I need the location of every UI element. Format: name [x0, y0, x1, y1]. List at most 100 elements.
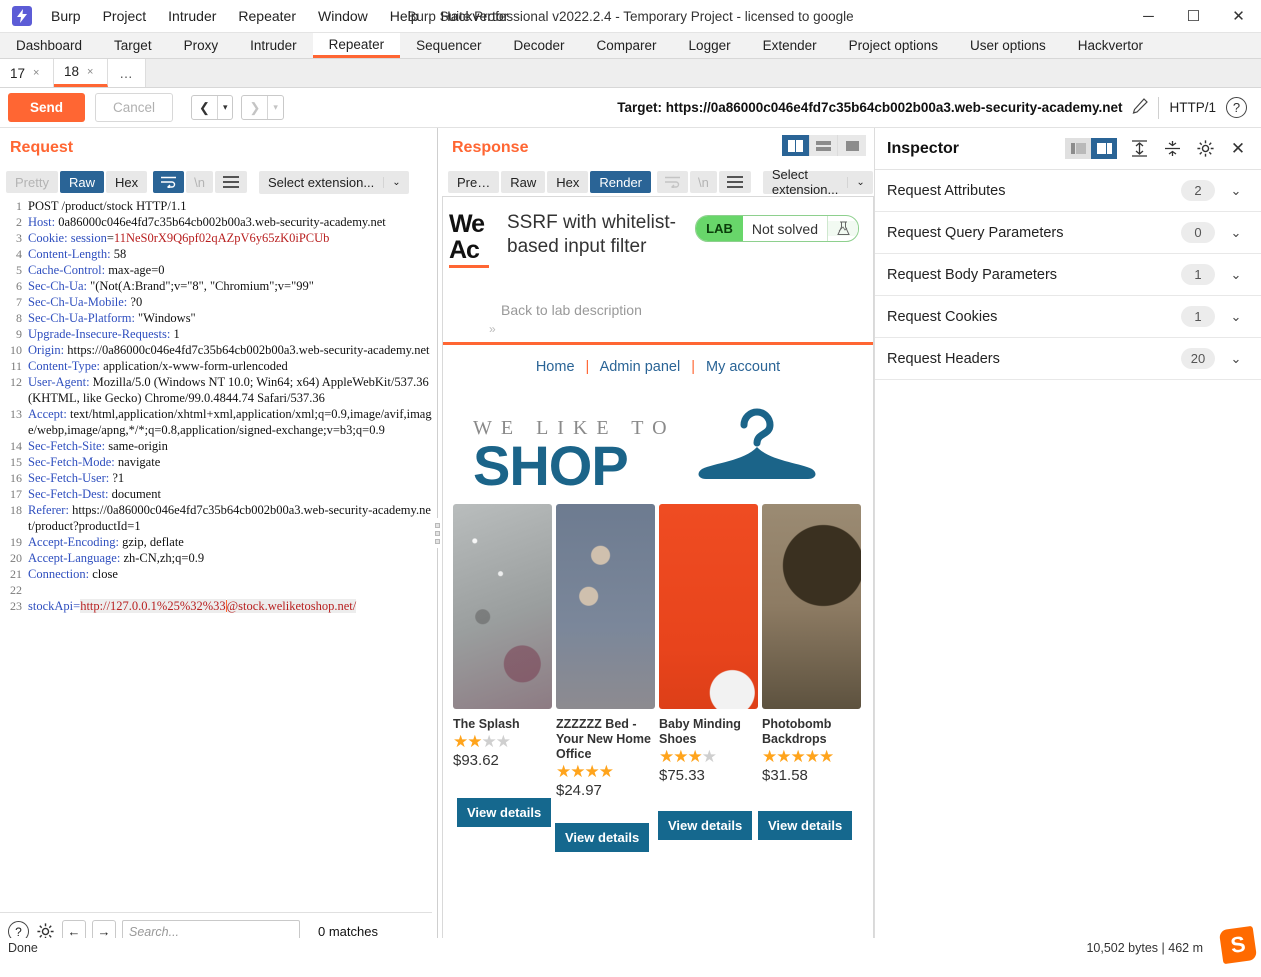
send-button[interactable]: Send	[8, 93, 86, 122]
menu-help[interactable]: Help	[379, 4, 430, 28]
pane-splitter[interactable]	[432, 128, 442, 938]
tab-comparer[interactable]: Comparer	[581, 33, 673, 58]
tab-project-options[interactable]: Project options	[833, 33, 954, 58]
history-forward-button[interactable]: ❯ ▾	[241, 95, 284, 120]
tab-dashboard[interactable]: Dashboard	[0, 33, 98, 58]
pane-right-icon[interactable]	[1091, 138, 1117, 159]
response-pretty-button[interactable]: Pre…	[448, 171, 500, 193]
request-raw-button[interactable]: Raw	[59, 171, 104, 193]
help-icon[interactable]: ?	[1226, 97, 1247, 118]
tab-target[interactable]: Target	[98, 33, 168, 58]
tab-user-options[interactable]: User options	[954, 33, 1062, 58]
nav-link-admin-panel[interactable]: Admin panel	[600, 359, 681, 375]
inspector-section-request-body-parameters[interactable]: Request Body Parameters 1 ⌄	[875, 254, 1261, 296]
request-wrap-lines-icon[interactable]	[153, 171, 185, 193]
back-dropdown-caret-icon[interactable]: ▾	[218, 102, 233, 113]
response-select-extension-dropdown[interactable]: Select extension... ⌄	[762, 167, 873, 197]
history-back-button[interactable]: ❮ ▾	[191, 95, 234, 120]
request-editor[interactable]: 1 2 3 4 5 6 7 8 9 10 11 12 13 14 15 16 17 18 19 20 21 22 23 PO…	[0, 196, 432, 912]
nav-link-my-account[interactable]: My account	[706, 359, 780, 375]
rendered-response[interactable]: We Ac SSRF with whitelist-based input fi…	[442, 196, 874, 942]
action-bar: Send Cancel ❮ ▾ ❯ ▾ Target: https://0a86…	[0, 88, 1261, 128]
split-horizontal-icon[interactable]	[810, 135, 838, 156]
request-raw-text[interactable]: POST /product/stock HTTP/1.1 Host: 0a8600…	[22, 196, 432, 614]
response-wrap-lines-icon[interactable]	[657, 171, 689, 193]
response-hex-button[interactable]: Hex	[547, 171, 589, 193]
repeater-tab-18[interactable]: 18 ×	[54, 59, 108, 87]
response-newline-button[interactable]: \n	[690, 171, 717, 193]
product-name[interactable]: ZZZZZZ Bed - Your New Home Office	[556, 717, 655, 762]
request-hex-button[interactable]: Hex	[105, 171, 148, 193]
product-image-photobomb-backdrops[interactable]	[762, 504, 861, 709]
split-vertical-icon[interactable]	[782, 135, 810, 156]
chevron-down-icon[interactable]: ⌄	[1223, 267, 1249, 283]
inspector-section-request-query-parameters[interactable]: Request Query Parameters 0 ⌄	[875, 212, 1261, 254]
chevron-down-icon[interactable]: ⌄	[1223, 183, 1249, 199]
repeater-tab-18-close-icon[interactable]: ×	[87, 66, 93, 78]
forward-dropdown-caret-icon[interactable]: ▾	[268, 102, 283, 113]
minimize-button[interactable]: ─	[1126, 0, 1171, 33]
single-pane-icon[interactable]	[838, 135, 866, 156]
cancel-button[interactable]: Cancel	[95, 93, 174, 122]
inspector-section-request-cookies[interactable]: Request Cookies 1 ⌄	[875, 296, 1261, 338]
nav-link-home[interactable]: Home	[536, 359, 575, 375]
maximize-button[interactable]: ☐	[1171, 0, 1216, 33]
repeater-tab-17[interactable]: 17 ×	[0, 59, 54, 87]
splitter-grip[interactable]	[434, 518, 440, 548]
product-name[interactable]: Photobomb Backdrops	[762, 717, 861, 747]
tab-intruder[interactable]: Intruder	[234, 33, 313, 58]
close-icon[interactable]: ✕	[1227, 138, 1249, 160]
product-name[interactable]: Baby Minding Shoes	[659, 717, 758, 747]
response-raw-button[interactable]: Raw	[501, 171, 546, 193]
response-menu-icon[interactable]	[718, 171, 751, 193]
collapse-all-icon[interactable]	[1161, 138, 1183, 160]
repeater-tab-17-close-icon[interactable]: ×	[33, 67, 39, 79]
edit-pencil-icon[interactable]	[1132, 98, 1149, 117]
expand-chevron-icon[interactable]: »	[489, 322, 496, 336]
expand-all-icon[interactable]	[1128, 138, 1150, 160]
sogou-ime-icon[interactable]: S	[1218, 925, 1258, 965]
close-button[interactable]: ✕	[1216, 0, 1261, 33]
chevron-down-icon[interactable]: ⌄	[1223, 351, 1249, 367]
tab-sequencer[interactable]: Sequencer	[400, 33, 497, 58]
product-name[interactable]: The Splash	[453, 717, 552, 732]
repeater-tab-new[interactable]: …	[108, 59, 146, 87]
product-image-zzzzzz-bed[interactable]	[556, 504, 655, 709]
menu-repeater[interactable]: Repeater	[227, 4, 307, 28]
request-pretty-button[interactable]: Pretty	[6, 171, 58, 193]
tab-extender[interactable]: Extender	[747, 33, 833, 58]
chevron-down-icon[interactable]: ⌄	[1223, 309, 1249, 325]
request-select-extension-dropdown[interactable]: Select extension... ⌄	[258, 170, 409, 194]
view-details-button-2[interactable]: View details	[555, 823, 650, 852]
menu-hackvertor[interactable]: Hackvertor	[430, 4, 520, 28]
section-label: Request Cookies	[887, 308, 998, 325]
back-to-lab-description-link[interactable]: Back to lab description	[501, 302, 642, 318]
response-render-button[interactable]: Render	[590, 171, 652, 193]
view-details-button-1[interactable]: View details	[457, 798, 552, 827]
chevron-down-icon[interactable]: ⌄	[1223, 225, 1249, 241]
inspector-section-request-attributes[interactable]: Request Attributes 2 ⌄	[875, 170, 1261, 212]
menu-burp[interactable]: Burp	[40, 4, 92, 28]
section-label: Request Query Parameters	[887, 224, 1064, 241]
tab-decoder[interactable]: Decoder	[497, 33, 580, 58]
section-label: Request Headers	[887, 350, 1000, 367]
tab-proxy[interactable]: Proxy	[168, 33, 235, 58]
pane-left-icon[interactable]	[1065, 138, 1091, 159]
request-menu-icon[interactable]	[214, 171, 247, 193]
tab-repeater[interactable]: Repeater	[312, 33, 401, 58]
chevron-down-icon: ⌄	[383, 176, 408, 188]
product-image-baby-minding-shoes[interactable]	[659, 504, 758, 709]
view-details-button-4[interactable]: View details	[758, 811, 853, 840]
menu-project[interactable]: Project	[92, 4, 158, 28]
gear-icon[interactable]	[1194, 138, 1216, 160]
menu-window[interactable]: Window	[307, 4, 379, 28]
lab-badge-label: LAB	[696, 216, 743, 241]
inspector-section-request-headers[interactable]: Request Headers 20 ⌄	[875, 338, 1261, 380]
product-image-the-splash[interactable]	[453, 504, 552, 709]
request-newline-button[interactable]: \n	[186, 171, 213, 193]
menu-intruder[interactable]: Intruder	[157, 4, 227, 28]
shop-banner: WE LIKE TO SHOP	[443, 383, 873, 500]
view-details-button-3[interactable]: View details	[658, 811, 753, 840]
tab-logger[interactable]: Logger	[673, 33, 747, 58]
tab-hackvertor[interactable]: Hackvertor	[1062, 33, 1159, 58]
